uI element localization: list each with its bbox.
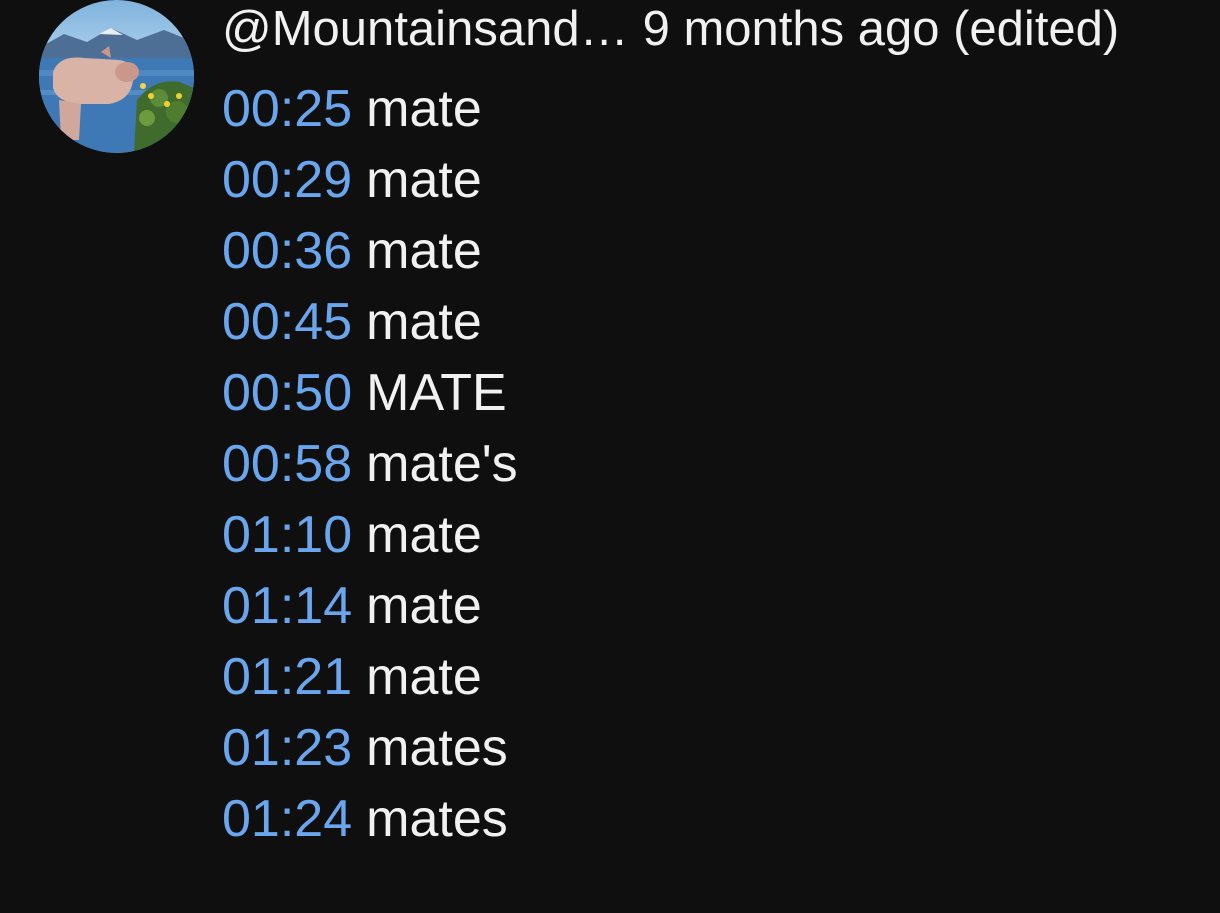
avatar[interactable] [39, 0, 194, 153]
line-text: MATE [366, 364, 507, 422]
comment-line: 01:14 mate [222, 571, 518, 642]
author-name[interactable]: @Mountainsand… [222, 2, 629, 56]
avatar-photo-icon [39, 0, 194, 153]
comment-line: 00:50 MATE [222, 358, 518, 429]
timestamp-link[interactable]: 00:25 [222, 80, 352, 138]
comment-body: 00:25 mate 00:29 mate 00:36 mate 00:45 mate … [222, 74, 518, 855]
comment-line: 00:25 mate [222, 74, 518, 145]
line-text: mate [366, 80, 482, 138]
line-text: mates [366, 790, 508, 848]
comment-line: 00:29 mate [222, 145, 518, 216]
timestamp-link[interactable]: 00:29 [222, 151, 352, 209]
comment-line: 00:45 mate [222, 287, 518, 358]
comment-line: 01:23 mates [222, 713, 518, 784]
comment-line: 01:10 mate [222, 500, 518, 571]
line-text: mate [366, 506, 482, 564]
comment-line: 01:24 mates [222, 784, 518, 855]
line-text: mate [366, 293, 482, 351]
comment-time[interactable]: 9 months ago (edited) [643, 2, 1120, 56]
line-text: mates [366, 719, 508, 777]
timestamp-link[interactable]: 01:14 [222, 577, 352, 635]
timestamp-link[interactable]: 00:45 [222, 293, 352, 351]
timestamp-link[interactable]: 01:23 [222, 719, 352, 777]
comment-thread: @Mountainsand… 9 months ago (edited) 00:2… [0, 0, 1220, 913]
comment-line: 00:36 mate [222, 216, 518, 287]
timestamp-link[interactable]: 01:24 [222, 790, 352, 848]
line-text: mate [366, 222, 482, 280]
timestamp-link[interactable]: 00:50 [222, 364, 352, 422]
line-text: mate [366, 577, 482, 635]
timestamp-link[interactable]: 00:36 [222, 222, 352, 280]
timestamp-link[interactable]: 01:21 [222, 648, 352, 706]
comment-line: 01:21 mate [222, 642, 518, 713]
comment-line: 00:58 mate's [222, 429, 518, 500]
line-text: mate [366, 151, 482, 209]
line-text: mate's [366, 435, 518, 493]
timestamp-link[interactable]: 00:58 [222, 435, 352, 493]
line-text: mate [366, 648, 482, 706]
timestamp-link[interactable]: 01:10 [222, 506, 352, 564]
comment-header: @Mountainsand… 9 months ago (edited) [222, 2, 1119, 56]
